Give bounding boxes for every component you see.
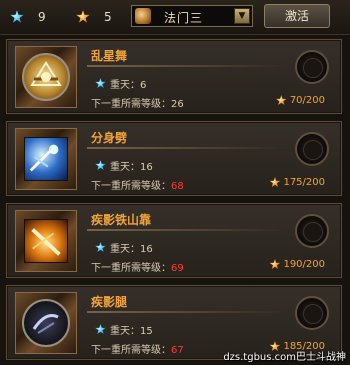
skill-card[interactable]: 乱星舞 重天：6 下一重所需等级：26 70/200 [6, 39, 342, 114]
skill-icon-frame [15, 46, 77, 108]
divider [87, 65, 287, 67]
skill-name: 乱星舞 [91, 49, 128, 63]
orange-count: 5 [104, 10, 112, 24]
blue-star-icon [95, 242, 106, 253]
required-level: 67 [171, 345, 184, 356]
orange-star-icon [269, 177, 281, 188]
cost-value: 190/200 [283, 259, 325, 270]
cost: 70/200 [276, 95, 325, 106]
level-requirement: 下一重所需等级：67 [91, 341, 184, 356]
tier-label: 重天：16 [110, 244, 153, 255]
skill-card[interactable]: 疾影铁山靠 重天：16 下一重所需等级：69 190/200 [6, 203, 342, 278]
dropdown-arrow-icon[interactable]: ▼ [234, 8, 250, 24]
skill-list[interactable]: 乱星舞 重天：6 下一重所需等级：26 70/200 分身劈 重天：16 下一重… [0, 34, 350, 365]
dropdown-value: 法门三 [164, 11, 204, 25]
watermark: dzs.tgbus.com巴士斗战神 [223, 352, 346, 363]
skill-card[interactable]: 分身劈 重天：16 下一重所需等级：68 175/200 [6, 121, 342, 196]
level-requirement: 下一重所需等级：69 [91, 259, 184, 274]
cost-value: 70/200 [289, 95, 325, 106]
fist-icon [135, 8, 151, 24]
tier-row: 重天：16 [95, 240, 153, 255]
requirement-label: 下一重所需等级： [91, 181, 171, 192]
upgrade-slot-button[interactable] [295, 214, 329, 248]
blue-currency: 9 [10, 7, 46, 27]
divider [87, 311, 287, 313]
tier-label: 重天：6 [110, 80, 147, 91]
orange-star-icon [276, 95, 287, 106]
requirement-label: 下一重所需等级： [91, 345, 171, 356]
requirement-label: 下一重所需等级： [91, 99, 171, 110]
level-requirement: 下一重所需等级：68 [91, 177, 184, 192]
upgrade-slot-button[interactable] [295, 132, 329, 166]
required-level: 26 [171, 99, 184, 110]
upgrade-slot-button[interactable] [295, 50, 329, 84]
tier-label: 重天：15 [110, 326, 153, 337]
shadow-shoulder-icon [24, 219, 68, 263]
cost: 175/200 [269, 177, 325, 188]
level-requirement: 下一重所需等级：26 [91, 95, 184, 110]
tier-row: 重天：16 [95, 158, 153, 173]
shadow-kick-icon [22, 299, 70, 347]
orange-star-icon [76, 10, 90, 23]
top-bar: 9 5 法门三 ▼ 激活 [0, 0, 350, 35]
method-dropdown[interactable]: 法门三 ▼ [131, 5, 253, 27]
orange-star-icon [269, 259, 281, 270]
skill-icon-frame [15, 128, 77, 190]
blue-count: 9 [38, 10, 46, 24]
required-level: 68 [171, 181, 184, 192]
cost: 190/200 [269, 259, 325, 270]
required-level: 69 [171, 263, 184, 274]
skill-name: 疾影铁山靠 [91, 213, 152, 227]
tier-row: 重天：15 [95, 322, 153, 337]
tier-label: 重天：16 [110, 162, 153, 173]
activate-button[interactable]: 激活 [264, 4, 330, 28]
divider [87, 147, 287, 149]
cost-value: 175/200 [283, 177, 325, 188]
skill-name: 疾影腿 [91, 295, 128, 309]
skill-name: 分身劈 [91, 131, 128, 145]
blue-star-icon [95, 324, 106, 335]
skill-icon-frame [15, 292, 77, 354]
blue-star-icon [95, 160, 106, 171]
upgrade-slot-button[interactable] [295, 296, 329, 330]
requirement-label: 下一重所需等级： [91, 263, 171, 274]
skill-icon-frame [15, 210, 77, 272]
blue-star-icon [10, 10, 24, 23]
star-dance-icon [22, 53, 70, 101]
tier-row: 重天：6 [95, 76, 146, 91]
blue-star-icon [95, 78, 106, 89]
orange-currency: 5 [76, 7, 112, 27]
divider [87, 229, 287, 231]
clone-slash-icon [24, 137, 68, 181]
skill-panel: 9 5 法门三 ▼ 激活 乱星舞 重天：6 下一重所需等级：26 70/200 … [0, 0, 350, 365]
